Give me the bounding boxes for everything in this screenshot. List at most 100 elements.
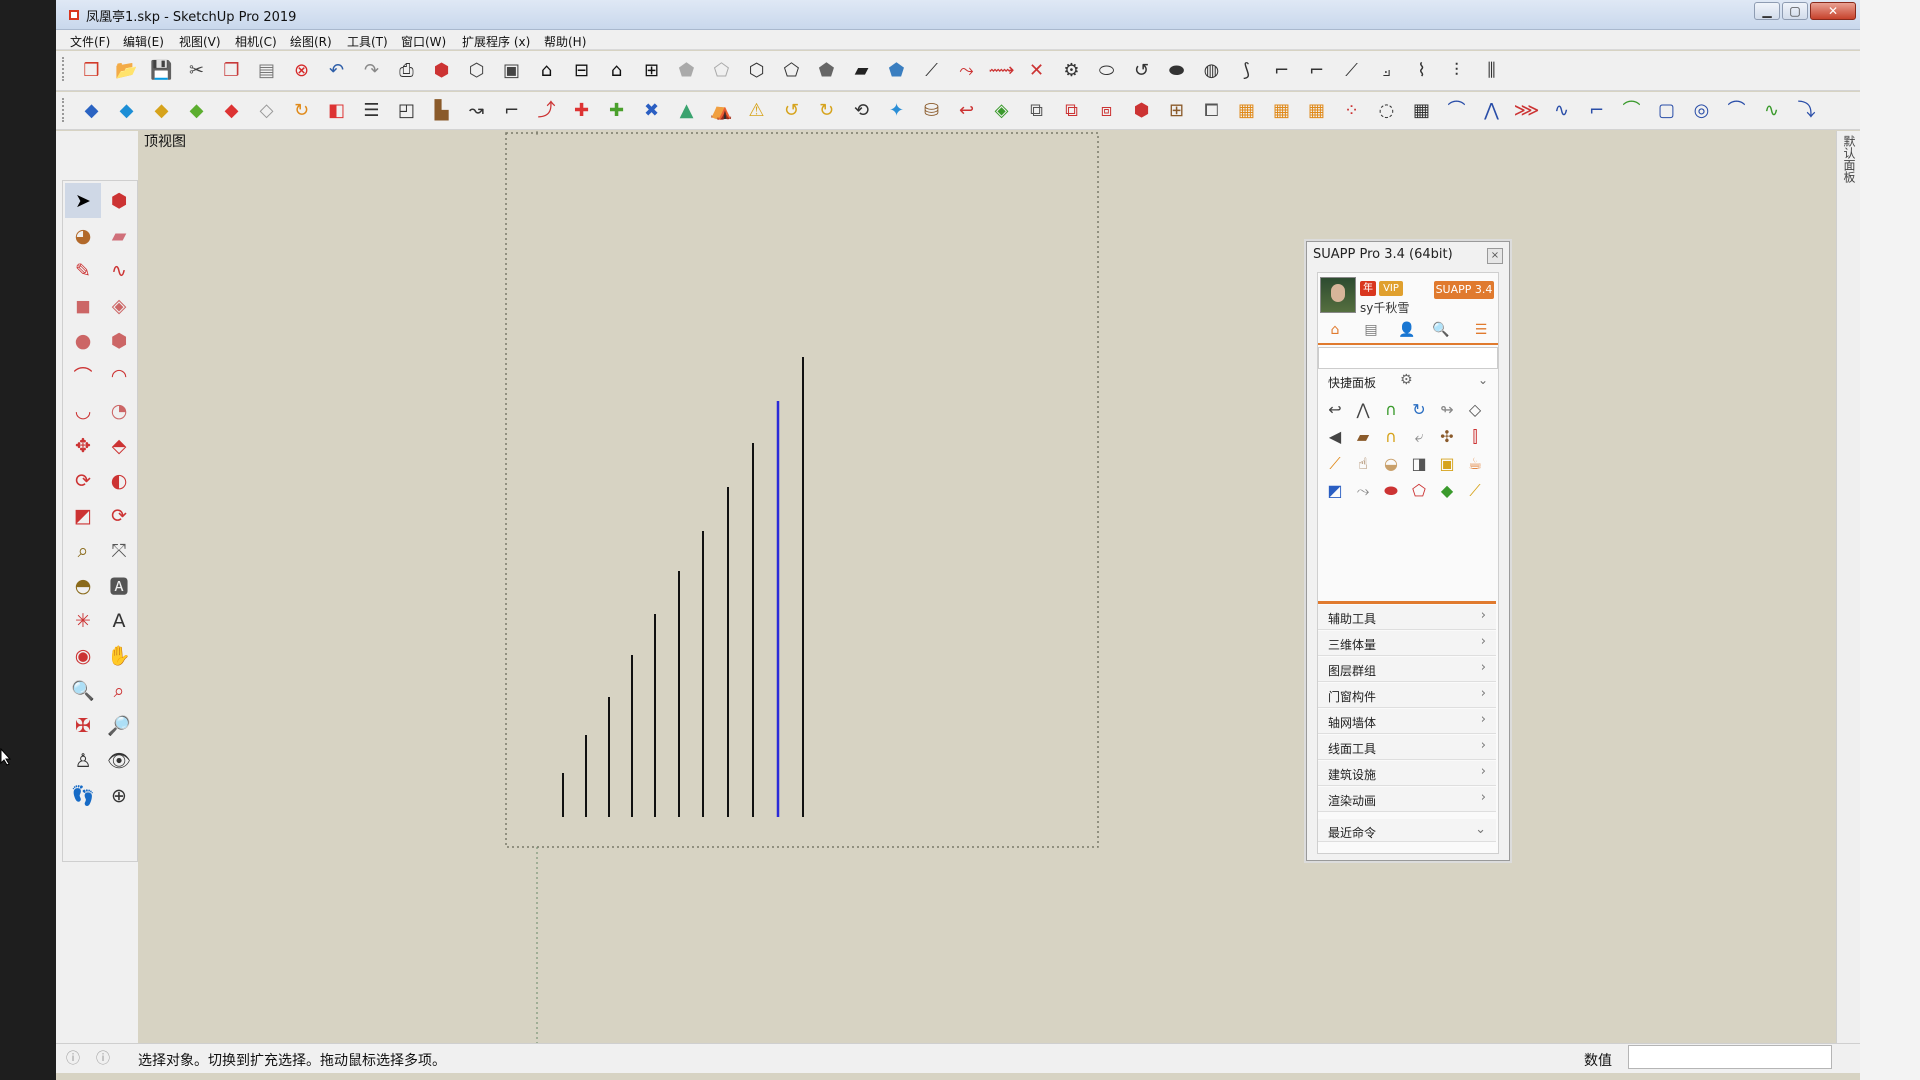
red-blocks-icon[interactable]: ⧉ (1054, 96, 1089, 126)
dimension-icon[interactable]: ⤧ (101, 533, 137, 568)
measurements-input[interactable] (1628, 1045, 1832, 1069)
wand-icon[interactable]: ⟋ (1462, 478, 1488, 503)
orange-tiles-icon[interactable]: ▦ (1299, 96, 1334, 126)
stairs-icon[interactable]: ⤶ (1406, 424, 1432, 449)
tape-icon[interactable]: ⌕ (65, 533, 101, 568)
offset-icon[interactable]: ◆ (144, 96, 179, 126)
green-cross-icon[interactable]: ✚ (599, 96, 634, 126)
select-edges-icon[interactable]: ⟋ (914, 56, 949, 86)
shape-icon[interactable]: ∩ (1378, 397, 1404, 422)
chamfer-icon[interactable]: ⌐ (1299, 56, 1334, 86)
new-icon[interactable]: ❒ (74, 56, 109, 86)
look-around-icon[interactable]: 👁 (101, 743, 137, 778)
polygon-icon[interactable]: ⬢ (101, 323, 137, 358)
menu-tools[interactable]: 工具(T) (347, 33, 388, 50)
frame-tool-icon[interactable]: ▣ (1434, 451, 1460, 476)
cup-icon[interactable]: ☕ (1462, 451, 1488, 476)
lines-icon[interactable]: ☰ (354, 96, 389, 126)
menu-camera[interactable]: 相机(C) (235, 33, 277, 50)
erase-icon[interactable]: ⊗ (284, 56, 319, 86)
flip-icon[interactable]: ◆ (214, 96, 249, 126)
undo-icon[interactable]: ↶ (319, 56, 354, 86)
protractor-icon[interactable]: ◓ (65, 568, 101, 603)
menu-draw[interactable]: 绘图(R) (290, 33, 332, 50)
frame-icon[interactable]: ⧠ (1194, 96, 1229, 126)
scale-icon[interactable]: ◩ (65, 498, 101, 533)
face-icon[interactable]: ◇ (1462, 397, 1488, 422)
arch-icon[interactable]: ∩ (1378, 424, 1404, 449)
spiral-icon[interactable]: ◎ (1684, 96, 1719, 126)
green-arc-icon[interactable]: ⌒ (1614, 96, 1649, 126)
polyline-icon[interactable]: ⤳ (949, 56, 984, 86)
polygon-tool-icon[interactable]: ⬠ (1406, 478, 1432, 503)
pattern-icon[interactable]: ✣ (1434, 424, 1460, 449)
weld-icon[interactable]: ⟿ (984, 56, 1019, 86)
rotate-arc-icon[interactable]: ↻ (284, 96, 319, 126)
recent-commands-header[interactable]: 最近命令 ⌄ (1318, 819, 1496, 842)
toolbar-grip[interactable] (62, 57, 68, 81)
category-assist-tools[interactable]: 辅助工具 › (1318, 605, 1496, 630)
zoom-window-icon[interactable]: ⌕ (101, 673, 137, 708)
search-tab-icon[interactable]: 🔍 (1428, 320, 1454, 340)
list-tab-icon[interactable]: ☰ (1468, 320, 1494, 340)
cone-icon[interactable]: ▲ (669, 96, 704, 126)
category-doors-windows[interactable]: 门窗构件 › (1318, 683, 1496, 708)
twist-tool-icon[interactable]: ⤳ (1350, 478, 1376, 503)
offset-icon[interactable]: ⟳ (101, 498, 137, 533)
category-3d-massing[interactable]: 三维体量 › (1318, 631, 1496, 656)
position-camera-icon[interactable]: ♙ (65, 743, 101, 778)
orange-grid-icon[interactable]: ▦ (1229, 96, 1264, 126)
dotted-circle-icon[interactable]: ◌ (1369, 96, 1404, 126)
u-turn-icon[interactable]: ↩ (949, 96, 984, 126)
default-tray-tab[interactable]: 默认面板 (1838, 135, 1858, 205)
boxes-icon[interactable]: ▙ (424, 96, 459, 126)
zoom-icon[interactable]: 🔍 (65, 673, 101, 708)
paste-icon[interactable]: ▤ (249, 56, 284, 86)
suapp-close-button[interactable]: × (1487, 248, 1503, 264)
avatar[interactable] (1320, 277, 1356, 313)
maximize-button[interactable]: ▢ (1782, 2, 1808, 20)
blue-panel-icon[interactable]: ◩ (1322, 478, 1348, 503)
select-icon[interactable]: ➤ (65, 183, 101, 218)
front-view-icon[interactable]: ⌂ (529, 56, 564, 86)
bracket-icon[interactable]: ⌐ (1579, 96, 1614, 126)
stair-icon[interactable]: ⫶ (1439, 56, 1474, 86)
layout-icon[interactable]: ▦ (1404, 96, 1439, 126)
corner-icon[interactable]: ⌐ (494, 96, 529, 126)
component-icon[interactable]: ⬢ (101, 183, 137, 218)
open-icon[interactable]: 📂 (109, 56, 144, 86)
credits-icon[interactable]: ⓘ (96, 1048, 110, 1068)
red-box-icon[interactable]: ⬢ (1124, 96, 1159, 126)
category-building-facilities[interactable]: 建筑设施 › (1318, 761, 1496, 786)
blocks-icon[interactable]: ⧉ (1019, 96, 1054, 126)
axes-icon[interactable]: ✳ (65, 603, 101, 638)
wood-icon[interactable]: ▰ (1350, 424, 1376, 449)
grid-box-icon[interactable]: ⊞ (1159, 96, 1194, 126)
pan-icon[interactable]: ✋ (101, 638, 137, 673)
cursor-hand-icon[interactable]: ☝ (1350, 451, 1376, 476)
rotated-rect-icon[interactable]: ◈ (101, 288, 137, 323)
blue-x-icon[interactable]: ✖ (634, 96, 669, 126)
swirl-icon[interactable]: ↻ (809, 96, 844, 126)
outline-icon[interactable]: ◇ (249, 96, 284, 126)
cross-icon[interactable]: ✚ (564, 96, 599, 126)
category-line-face-tools[interactable]: 线面工具 › (1318, 735, 1496, 760)
text-icon[interactable]: 🅰 (101, 568, 137, 603)
fillet-icon[interactable]: ⌐ (1264, 56, 1299, 86)
curl-icon[interactable]: ↺ (774, 96, 809, 126)
loop-icon[interactable]: ⟲ (844, 96, 879, 126)
category-layers-groups[interactable]: 图层群组 › (1318, 657, 1496, 682)
menu-help[interactable]: 帮助(H) (544, 33, 586, 50)
close-button[interactable]: ✕ (1810, 2, 1856, 20)
loop-icon[interactable]: ↻ (1406, 397, 1432, 422)
tent-icon[interactable]: ⛺ (704, 96, 739, 126)
menu-window[interactable]: 窗口(W) (401, 33, 446, 50)
arc-icon[interactable]: ⌒ (65, 358, 101, 393)
paint-icon[interactable]: ◕ (65, 218, 101, 253)
twist-icon[interactable]: ⟆ (1229, 56, 1264, 86)
section-plane-icon[interactable]: ⊕ (101, 778, 137, 813)
menu-file[interactable]: 文件(F) (70, 33, 110, 50)
two-point-arc-icon[interactable]: ◠ (101, 358, 137, 393)
line-tool-icon[interactable]: ⟋ (1322, 451, 1348, 476)
right-view-icon[interactable]: ⊟ (564, 56, 599, 86)
